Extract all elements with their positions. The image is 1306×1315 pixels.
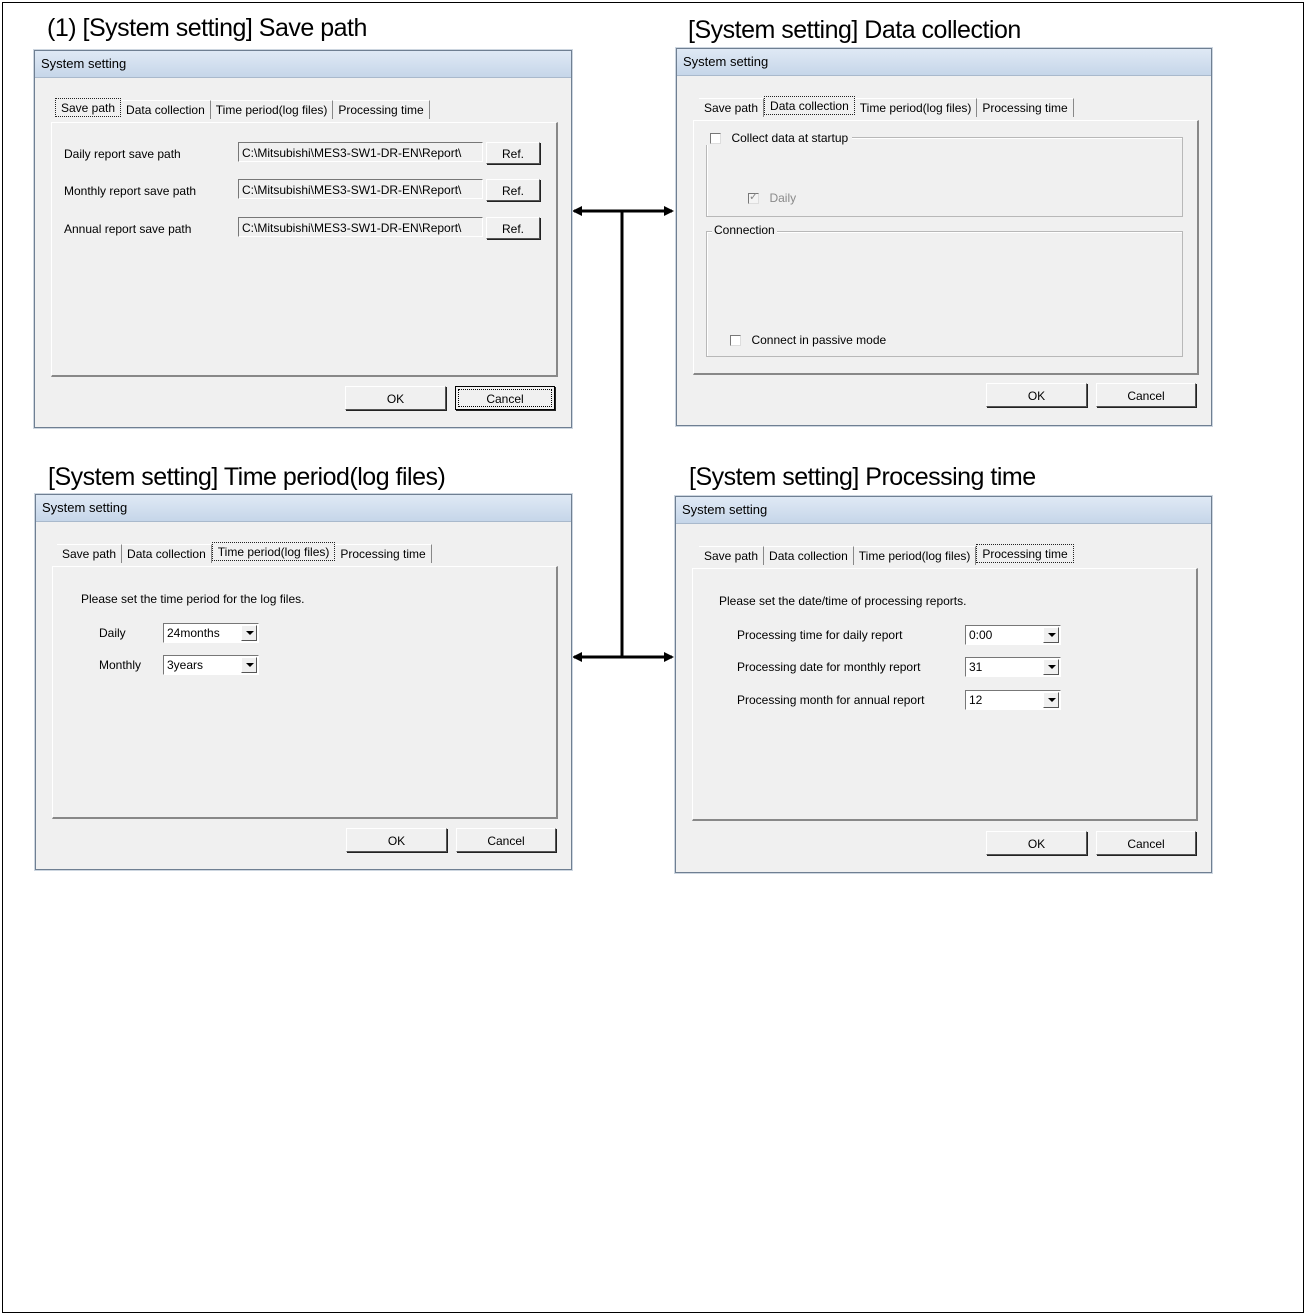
daily-checkbox: [748, 190, 759, 204]
dialog-title: System setting: [677, 49, 1211, 76]
dialog-title: System setting: [676, 497, 1211, 524]
daily-period-value: 24months: [167, 626, 220, 640]
dialog-title: System setting: [36, 495, 571, 522]
annual-processing-value: 12: [969, 693, 983, 707]
connection-group-label: Connection: [712, 223, 777, 237]
monthly-save-path-label: Monthly report save path: [64, 184, 197, 198]
passive-mode-row[interactable]: Connect in passive mode: [730, 331, 886, 347]
cancel-button[interactable]: Cancel: [1096, 831, 1196, 855]
tab-save-path[interactable]: Save path: [699, 98, 765, 117]
collect-at-startup-label: Collect data at startup: [731, 131, 849, 145]
tab-time-period[interactable]: Time period(log files): [210, 100, 334, 119]
collect-at-startup-checkbox[interactable]: [710, 133, 721, 144]
chevron-down-icon[interactable]: [241, 625, 257, 641]
daily-processing-label: Processing time for daily report: [737, 628, 903, 642]
annual-processing-combo[interactable]: 12: [965, 690, 1061, 710]
monthly-save-path-field[interactable]: C:\Mitsubishi\MES3-SW1-DR-EN\Report\: [238, 179, 483, 199]
monthly-period-label: Monthly: [99, 658, 142, 672]
dialog-save-path: System setting Save path Data collection…: [34, 50, 572, 428]
chevron-down-icon[interactable]: [1043, 627, 1059, 643]
time-period-instruction: Please set the time period for the log f…: [81, 592, 305, 606]
ok-button[interactable]: OK: [346, 828, 447, 852]
monthly-period-value: 3years: [167, 658, 204, 672]
chevron-down-icon[interactable]: [1043, 659, 1059, 675]
ok-button[interactable]: OK: [986, 383, 1087, 407]
daily-save-path-label: Daily report save path: [64, 147, 181, 161]
monthly-processing-value: 31: [969, 660, 983, 674]
tab-processing-time[interactable]: Processing time: [976, 544, 1074, 563]
monthly-ref-button[interactable]: Ref.: [486, 179, 540, 201]
annual-save-path-label: Annual report save path: [64, 222, 192, 236]
annual-processing-label: Processing month for annual report: [737, 693, 925, 707]
tab-strip: Save path Data collection Time period(lo…: [57, 542, 432, 563]
passive-mode-checkbox[interactable]: [730, 335, 741, 346]
annual-save-path-field[interactable]: C:\Mitsubishi\MES3-SW1-DR-EN\Report\: [238, 217, 483, 237]
tab-save-path[interactable]: Save path: [57, 544, 123, 563]
tab-data-collection[interactable]: Data collection: [764, 546, 854, 565]
chevron-down-icon[interactable]: [241, 657, 257, 673]
ok-button[interactable]: OK: [345, 386, 446, 410]
daily-processing-value: 0:00: [969, 628, 993, 642]
daily-save-path-field[interactable]: C:\Mitsubishi\MES3-SW1-DR-EN\Report\: [238, 142, 483, 162]
tab-panel: Please set the time period for the log f…: [52, 566, 558, 819]
tab-processing-time[interactable]: Processing time: [977, 98, 1074, 117]
tab-time-period[interactable]: Time period(log files): [211, 542, 336, 561]
ok-button[interactable]: OK: [986, 831, 1087, 855]
monthly-processing-combo[interactable]: 31: [965, 657, 1061, 677]
cancel-button[interactable]: Cancel: [455, 386, 555, 410]
tab-strip: Save path Data collection Time period(lo…: [699, 96, 1074, 117]
monthly-period-combo[interactable]: 3years: [163, 655, 259, 675]
tab-panel: Collect data at startup Daily Connection…: [693, 120, 1199, 375]
monthly-processing-label: Processing date for monthly report: [737, 660, 921, 674]
tab-strip: Save path Data collection Time period(lo…: [55, 98, 430, 119]
daily-period-label: Daily: [99, 626, 126, 640]
cancel-button[interactable]: Cancel: [456, 828, 556, 852]
daily-label: Daily: [769, 191, 797, 205]
dialog-processing-time: System setting Save path Data collection…: [675, 496, 1212, 873]
annual-ref-button[interactable]: Ref.: [486, 217, 540, 239]
tab-data-collection[interactable]: Data collection: [121, 100, 211, 119]
tab-time-period[interactable]: Time period(log files): [854, 98, 978, 117]
daily-row: Daily: [748, 189, 796, 205]
tab-strip: Save path Data collection Time period(lo…: [699, 544, 1074, 565]
tab-panel: Daily report save path C:\Mitsubishi\MES…: [51, 122, 558, 377]
tab-save-path[interactable]: Save path: [699, 546, 765, 565]
cancel-button[interactable]: Cancel: [1096, 383, 1196, 407]
tab-time-period[interactable]: Time period(log files): [853, 546, 977, 565]
tab-data-collection[interactable]: Data collection: [122, 544, 212, 563]
daily-period-combo[interactable]: 24months: [163, 623, 259, 643]
tab-data-collection[interactable]: Data collection: [764, 96, 855, 115]
dialog-data-collection: System setting Save path Data collection…: [676, 48, 1212, 426]
chevron-down-icon[interactable]: [1043, 692, 1059, 708]
daily-ref-button[interactable]: Ref.: [486, 142, 540, 164]
processing-instruction: Please set the date/time of processing r…: [719, 594, 967, 608]
tab-processing-time[interactable]: Processing time: [335, 544, 432, 563]
tab-panel: Please set the date/time of processing r…: [692, 568, 1198, 821]
daily-processing-combo[interactable]: 0:00: [965, 625, 1061, 645]
tab-save-path[interactable]: Save path: [55, 98, 122, 117]
tab-processing-time[interactable]: Processing time: [333, 100, 430, 119]
collect-at-startup-row[interactable]: Collect data at startup: [706, 129, 853, 145]
dialog-title: System setting: [35, 51, 571, 78]
passive-mode-label: Connect in passive mode: [751, 333, 887, 347]
dialog-time-period: System setting Save path Data collection…: [35, 494, 572, 870]
